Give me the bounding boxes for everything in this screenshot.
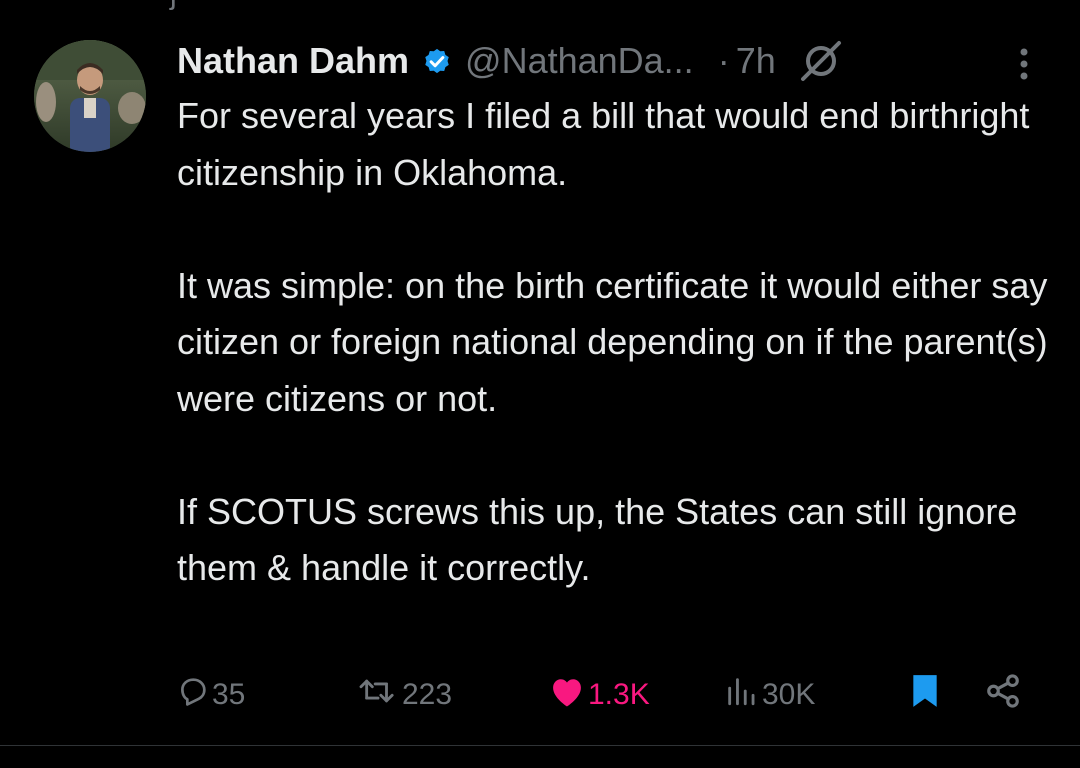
bookmark-button[interactable] — [908, 670, 942, 720]
views-button[interactable]: 30K — [722, 670, 815, 720]
repost-count: 223 — [402, 678, 453, 711]
like-button[interactable]: 1.3K — [548, 670, 650, 720]
author-handle[interactable]: @NathanDa... — [465, 40, 694, 82]
grok-icon[interactable] — [798, 38, 844, 84]
divider — [0, 745, 1080, 746]
tweet-paragraph: For several years I filed a bill that wo… — [177, 95, 1030, 193]
avatar[interactable] — [34, 40, 146, 152]
views-icon — [722, 674, 760, 716]
tweet-paragraph: It was simple: on the birth certificate … — [177, 264, 1048, 419]
reply-count: 35 — [212, 678, 246, 711]
more-options-icon[interactable] — [1012, 44, 1036, 84]
repost-button[interactable]: 223 — [356, 670, 452, 720]
author-name[interactable]: Nathan Dahm — [177, 40, 409, 82]
bookmark-icon — [908, 671, 942, 719]
view-count: 30K — [762, 678, 816, 711]
tweet-paragraph: If SCOTUS screws this up, the States can… — [177, 490, 1018, 589]
separator-dot: · — [717, 40, 730, 81]
action-bar: 35 223 1.3K 30K — [0, 670, 1080, 720]
reply-button[interactable]: 35 — [176, 670, 245, 720]
timestamp[interactable]: 7h — [736, 40, 776, 82]
share-icon — [984, 672, 1022, 718]
tweet-header: Nathan Dahm @NathanDa... · 7h — [177, 38, 1050, 84]
tweet-text: For several years I filed a bill that wo… — [177, 88, 1057, 653]
avatar-photo-icon — [34, 40, 146, 152]
reply-icon — [176, 674, 210, 716]
heart-icon — [548, 674, 586, 716]
repost-icon — [356, 674, 400, 716]
verified-badge-icon[interactable] — [421, 45, 453, 77]
tweet[interactable]: Nathan Dahm @NathanDa... · 7h For severa… — [0, 0, 1080, 745]
share-button[interactable] — [984, 670, 1022, 720]
like-count: 1.3K — [588, 678, 650, 711]
